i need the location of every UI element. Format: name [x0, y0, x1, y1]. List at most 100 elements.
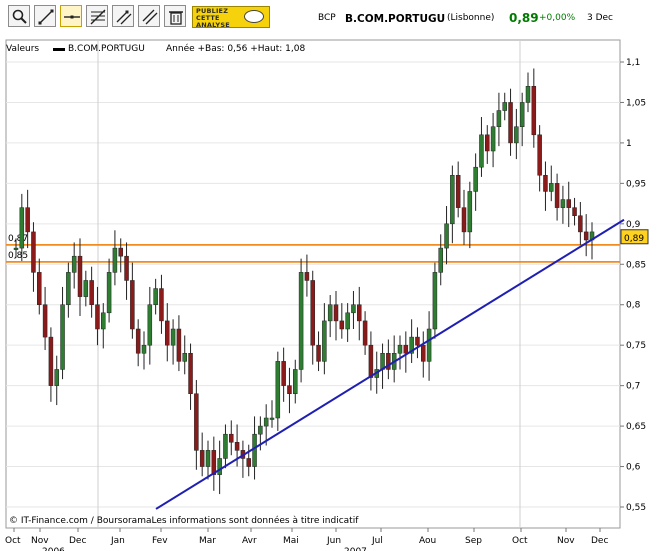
resistance-label: 0,87 — [8, 234, 28, 244]
candle-body — [48, 336, 54, 386]
candle-body — [130, 280, 135, 330]
candle-body — [339, 320, 345, 330]
candle-body — [473, 166, 478, 192]
candle-body — [170, 328, 176, 346]
resistance-label: 0,85 — [8, 251, 28, 261]
y-tick-label: 0,75 — [626, 341, 646, 351]
candle-body — [13, 247, 19, 250]
candle-body — [124, 255, 129, 281]
candle-body — [525, 86, 531, 103]
candle-body — [165, 320, 170, 346]
x-tick-label: Nov — [31, 536, 49, 546]
candle-body — [42, 304, 48, 338]
candle-body — [194, 393, 199, 451]
candle-body — [217, 458, 222, 475]
candle-body — [345, 312, 350, 330]
candle-body — [357, 304, 362, 322]
x-tick-label: Fev — [152, 536, 168, 546]
candle-body — [310, 280, 315, 346]
x-tick-label: Mai — [283, 536, 299, 546]
x-tick-label: Mar — [199, 536, 216, 546]
candle-body — [298, 272, 304, 370]
candle-body — [543, 175, 548, 192]
candles — [13, 68, 595, 495]
candle-body — [141, 344, 147, 354]
candle-body — [549, 183, 554, 192]
candle-body — [496, 110, 502, 127]
candle-body — [322, 320, 327, 362]
candle-body — [77, 255, 83, 297]
candle-body — [258, 425, 263, 435]
x-tick-label: Jun — [326, 536, 341, 546]
y-tick-label: 1 — [626, 139, 632, 149]
candle-body — [293, 369, 298, 394]
candle-body — [112, 247, 118, 273]
candle-body — [566, 199, 571, 208]
candle-body — [89, 280, 94, 305]
candle-body — [19, 207, 25, 249]
candle-body — [25, 207, 30, 233]
x-year-label: 2006 — [42, 547, 65, 551]
candle-body — [234, 442, 240, 451]
candle-body — [327, 304, 333, 322]
candle-body — [304, 272, 310, 281]
candle-body — [205, 450, 211, 467]
candle-body — [269, 417, 275, 420]
candle-body — [281, 361, 286, 386]
candle-body — [31, 231, 36, 273]
candle-body — [415, 336, 420, 346]
candle-body — [403, 344, 409, 354]
candle-body — [147, 304, 153, 346]
support-trendline — [155, 218, 625, 510]
candle-body — [455, 175, 461, 208]
candle-body — [554, 183, 560, 208]
candle-body — [60, 304, 65, 370]
candle-body — [83, 280, 89, 297]
candle-body — [432, 272, 438, 330]
candle-body — [444, 223, 449, 249]
candle-body — [176, 328, 182, 362]
y-tick-label: 0,55 — [626, 503, 646, 513]
candle-body — [397, 344, 403, 354]
candle-body — [135, 328, 141, 354]
candle-body — [188, 353, 193, 394]
x-tick-label: Dec — [591, 536, 608, 546]
candle-body — [159, 288, 164, 322]
candle-body — [287, 385, 292, 394]
candle-body — [182, 353, 187, 362]
candle-body — [333, 304, 339, 322]
y-tick-label: 0,65 — [626, 422, 646, 432]
candle-body — [572, 207, 577, 216]
candle-body — [531, 86, 537, 136]
candle-body — [71, 255, 77, 273]
candle-body — [467, 191, 473, 233]
candle-body — [37, 272, 42, 305]
candle-body — [106, 272, 112, 314]
x-tick-label: Oct — [512, 536, 528, 546]
candle-body — [421, 344, 426, 362]
candle-body — [246, 458, 251, 467]
price-tag-label: 0,89 — [624, 234, 644, 244]
candle-body — [351, 304, 356, 314]
x-tick-label: Jul — [371, 536, 383, 546]
candle-body — [229, 433, 234, 443]
candle-body — [252, 433, 257, 467]
y-tick-label: 0,6 — [626, 463, 641, 473]
y-tick-label: 0,95 — [626, 179, 646, 189]
x-year-label: 2007 — [344, 547, 367, 551]
candle-body — [223, 433, 228, 459]
candle-body — [560, 199, 566, 208]
candle-body — [578, 215, 583, 233]
price-chart[interactable]: 0,87 0,85 1,1 1,05 1 0,95 0,9 0,85 0,8 0,75 0,7 0,… — [0, 0, 669, 551]
y-tick-label: 0,85 — [626, 260, 646, 270]
candle-body — [537, 134, 542, 176]
candle-body — [519, 102, 525, 127]
candle-body — [95, 304, 100, 330]
candle-body — [153, 288, 158, 305]
candle-body — [263, 417, 269, 427]
candle-body — [368, 344, 374, 378]
candle-body — [485, 134, 490, 152]
candle-body — [199, 450, 205, 467]
candle-body — [66, 272, 71, 305]
candle-body — [275, 361, 281, 419]
